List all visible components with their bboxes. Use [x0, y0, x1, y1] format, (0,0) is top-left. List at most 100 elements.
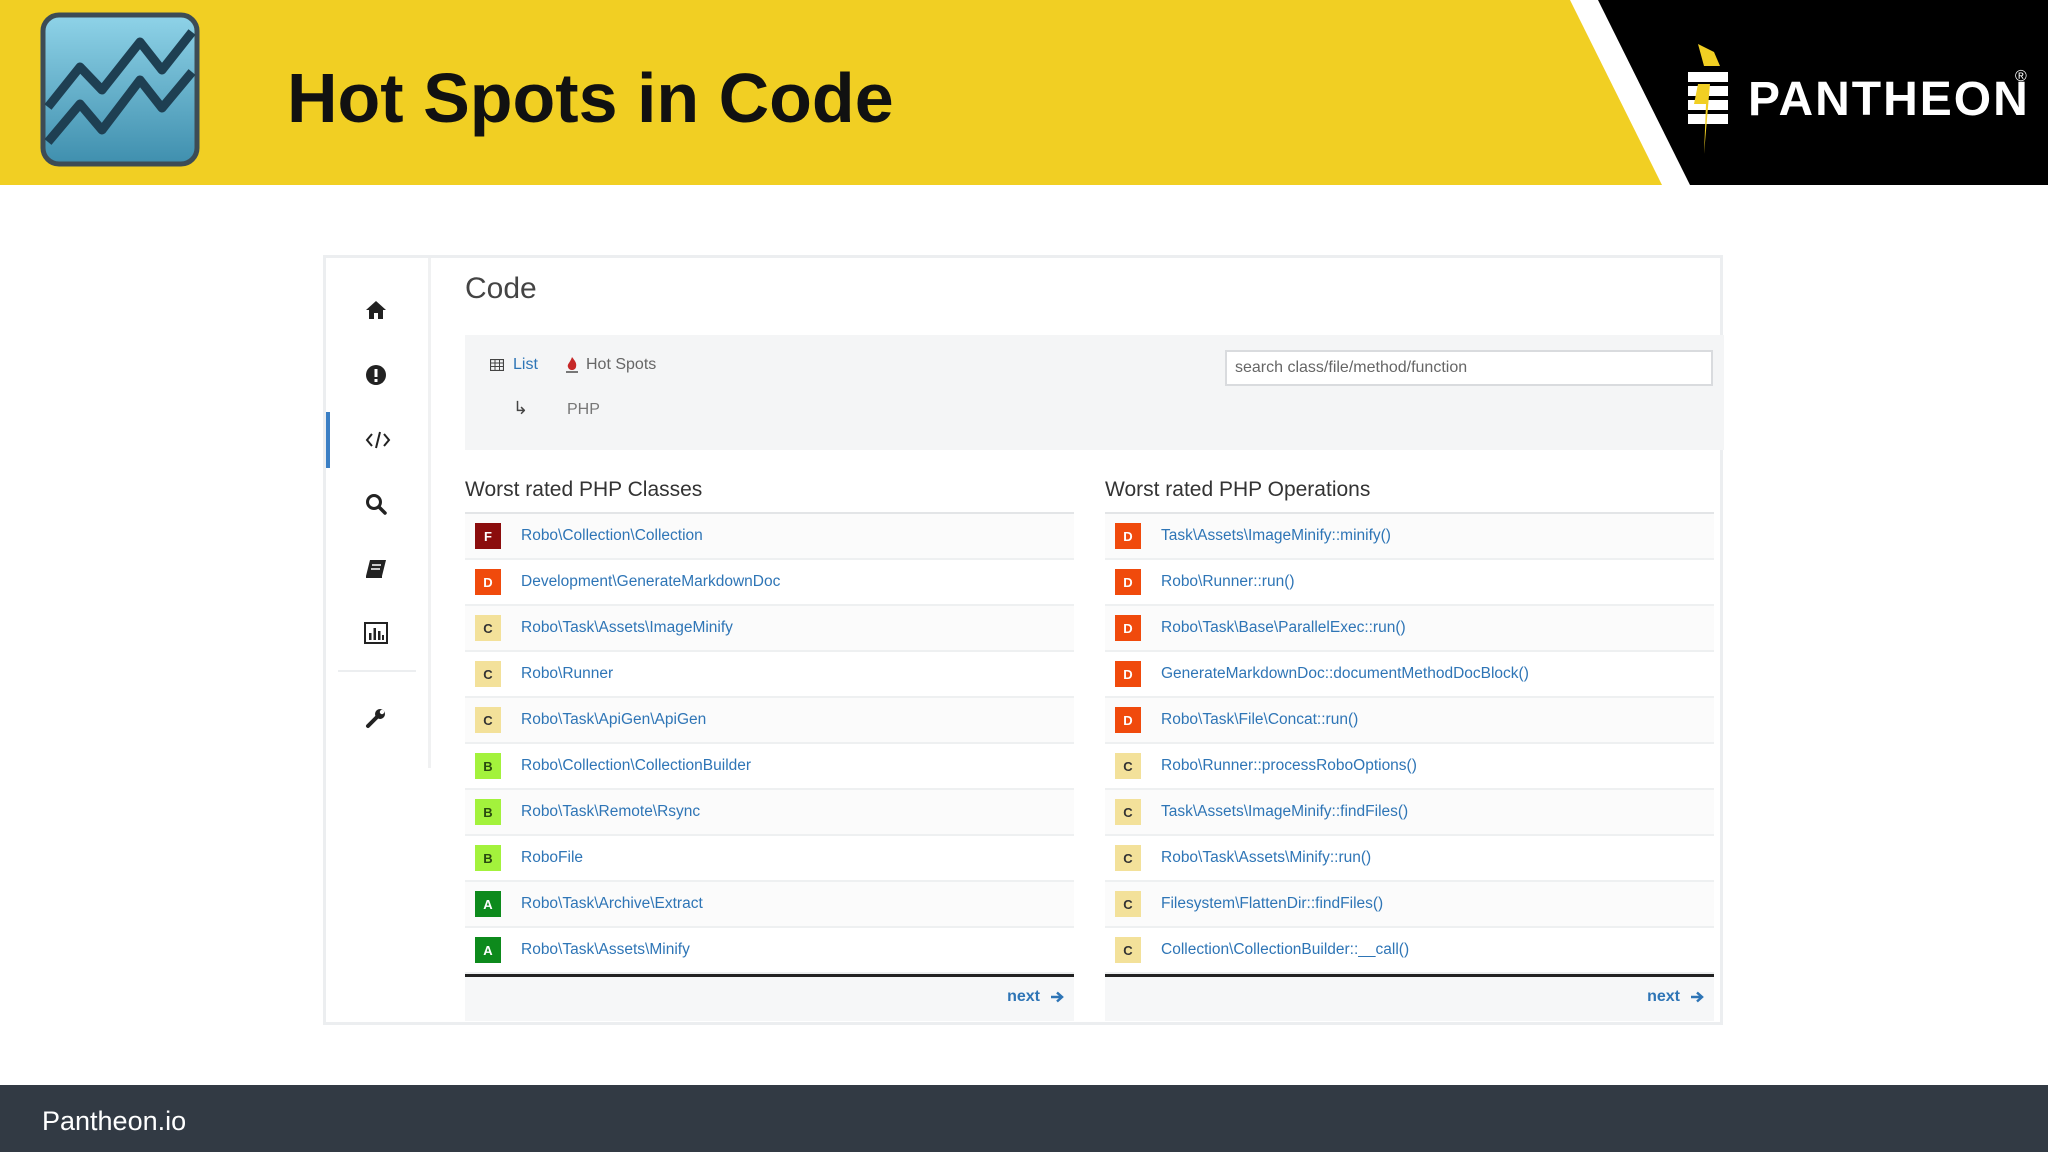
table-row: C Robo\Runner [465, 652, 1074, 698]
row-link[interactable]: Filesystem\FlattenDir::findFiles() [1161, 895, 1383, 913]
grade-badge: C [1115, 845, 1141, 871]
table-row: B RoboFile [465, 836, 1074, 882]
sidebar-item-issues[interactable] [326, 347, 426, 403]
grade-badge: B [475, 753, 501, 779]
table-row: D Development\GenerateMarkdownDoc [465, 560, 1074, 606]
sidebar-item-code[interactable] [326, 412, 426, 468]
sidebar-divider [338, 670, 416, 672]
sidebar-item-settings[interactable] [326, 690, 426, 746]
table-row: F Robo\Collection\Collection [465, 514, 1074, 560]
chart-icon [364, 622, 388, 644]
grade-badge: B [475, 845, 501, 871]
row-link[interactable]: Task\Assets\ImageMinify::findFiles() [1161, 803, 1408, 821]
brand-name: PANTHEON [1748, 73, 2030, 126]
sidebar-nav [326, 258, 431, 768]
sidebar-item-search[interactable] [326, 476, 426, 532]
sidebar-item-metrics[interactable] [326, 605, 426, 661]
tab-list[interactable]: List [490, 356, 538, 374]
chart-logo-icon [40, 12, 200, 167]
row-link[interactable]: RoboFile [521, 849, 583, 867]
row-link[interactable]: Robo\Task\Remote\Rsync [521, 803, 700, 821]
next-label: next [1007, 988, 1040, 1005]
search-input[interactable] [1225, 350, 1713, 386]
worst-operations-list: D Task\Assets\ImageMinify::minify() D Robo\… [1105, 512, 1714, 974]
classes-next-button[interactable]: next [1007, 988, 1064, 1006]
grade-badge: D [1115, 523, 1141, 549]
search-icon [366, 494, 387, 515]
row-link[interactable]: Robo\Task\Base\ParallelExec::run() [1161, 619, 1406, 637]
table-row: C Robo\Task\Assets\Minify::run() [1105, 836, 1714, 882]
table-row: D Robo\Task\File\Concat::run() [1105, 698, 1714, 744]
footer-bar: Pantheon.io [0, 1085, 2048, 1152]
book-icon [366, 560, 386, 578]
row-link[interactable]: Robo\Task\Assets\Minify::run() [1161, 849, 1371, 867]
table-row: A Robo\Task\Archive\Extract [465, 882, 1074, 928]
footer-url: Pantheon.io [42, 1106, 187, 1136]
sub-level-arrow-icon: ↳ [513, 398, 529, 418]
grade-badge: D [1115, 615, 1141, 641]
tab-hot-spots-label: Hot Spots [586, 356, 657, 373]
table-row: D Robo\Runner::run() [1105, 560, 1714, 606]
page-title: Code [465, 272, 537, 305]
arrow-right-icon [1691, 991, 1704, 1003]
code-toolbar: List Hot Spots ↳ PHP [465, 335, 1724, 450]
table-row: D Task\Assets\ImageMinify::minify() [1105, 514, 1714, 560]
grade-badge: A [475, 891, 501, 917]
table-row: C Collection\CollectionBuilder::__call() [1105, 928, 1714, 974]
row-link[interactable]: Robo\Runner::run() [1161, 573, 1295, 591]
row-link[interactable]: Robo\Task\File\Concat::run() [1161, 711, 1358, 729]
home-icon [366, 301, 386, 319]
row-link[interactable]: Robo\Runner [521, 665, 613, 683]
row-link[interactable]: Development\GenerateMarkdownDoc [521, 573, 780, 591]
row-link[interactable]: Robo\Collection\CollectionBuilder [521, 757, 751, 775]
worst-classes-title: Worst rated PHP Classes [465, 478, 703, 501]
table-row: A Robo\Task\Assets\Minify [465, 928, 1074, 974]
table-row: C Task\Assets\ImageMinify::findFiles() [1105, 790, 1714, 836]
row-link[interactable]: Robo\Collection\Collection [521, 527, 703, 545]
worst-classes-list: F Robo\Collection\Collection D Development\… [465, 512, 1074, 974]
grade-badge: D [1115, 707, 1141, 733]
header-banner: Hot Spots in Code PANTHEON ® [0, 0, 2048, 185]
grade-badge: A [475, 937, 501, 963]
code-icon [365, 431, 391, 449]
table-row: C Robo\Task\ApiGen\ApiGen [465, 698, 1074, 744]
wrench-icon [366, 709, 385, 728]
pantheon-bolt-icon [1688, 44, 1728, 154]
worst-classes-panel: Worst rated PHP Classes F Robo\Collection… [465, 476, 1074, 1021]
pantheon-logo: PANTHEON ® [1680, 44, 2040, 154]
grade-badge: C [1115, 891, 1141, 917]
table-row: C Robo\Runner::processRoboOptions() [1105, 744, 1714, 790]
grade-badge: C [1115, 937, 1141, 963]
registered-mark: ® [2015, 68, 2027, 85]
tab-list-label: List [513, 356, 538, 373]
app-screenshot: Code List Hot Spots ↳ PHP Worst rated PH… [323, 255, 1724, 1025]
alert-icon [366, 365, 386, 385]
arrow-right-icon [1051, 991, 1064, 1003]
grade-badge: C [475, 707, 501, 733]
worst-operations-title: Worst rated PHP Operations [1105, 478, 1371, 501]
row-link[interactable]: Robo\Task\Assets\Minify [521, 941, 690, 959]
slide-title: Hot Spots in Code [287, 59, 894, 137]
table-icon [490, 359, 504, 371]
language-filter-php[interactable]: PHP [567, 401, 600, 419]
row-link[interactable]: Robo\Runner::processRoboOptions() [1161, 757, 1417, 775]
grade-badge: C [475, 661, 501, 687]
operations-next-button[interactable]: next [1647, 988, 1704, 1006]
row-link[interactable]: Robo\Task\Assets\ImageMinify [521, 619, 733, 637]
operations-pagination: next [1105, 974, 1714, 1021]
sidebar-item-docs[interactable] [326, 541, 426, 597]
table-row: D Robo\Task\Base\ParallelExec::run() [1105, 606, 1714, 652]
row-link[interactable]: Collection\CollectionBuilder::__call() [1161, 941, 1409, 959]
grade-badge: C [1115, 799, 1141, 825]
row-link[interactable]: Robo\Task\ApiGen\ApiGen [521, 711, 706, 729]
grade-badge: D [1115, 569, 1141, 595]
tab-hot-spots[interactable]: Hot Spots [566, 356, 656, 374]
row-link[interactable]: Task\Assets\ImageMinify::minify() [1161, 527, 1391, 545]
table-row: C Filesystem\FlattenDir::findFiles() [1105, 882, 1714, 928]
sidebar-item-home[interactable] [326, 282, 426, 338]
table-row: B Robo\Task\Remote\Rsync [465, 790, 1074, 836]
row-link[interactable]: Robo\Task\Archive\Extract [521, 895, 703, 913]
worst-operations-panel: Worst rated PHP Operations D Task\Assets\… [1105, 476, 1714, 1021]
grade-badge: C [1115, 753, 1141, 779]
row-link[interactable]: GenerateMarkdownDoc::documentMethodDocBl… [1161, 665, 1529, 683]
